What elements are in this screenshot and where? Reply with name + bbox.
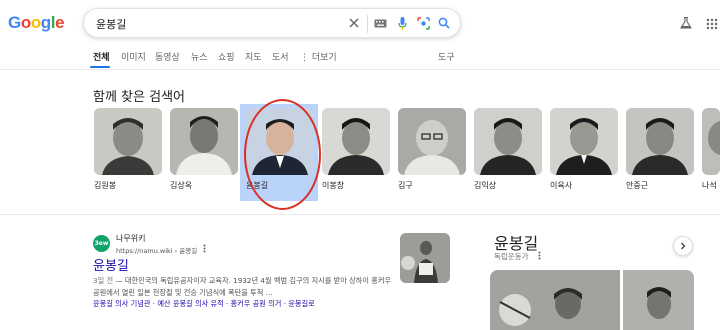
- portrait-photo: [702, 108, 720, 175]
- portrait-photo: [626, 108, 694, 175]
- logo-letter: e: [55, 13, 65, 32]
- related-card-label: 이육사: [550, 181, 573, 190]
- namuwiki-favicon: 3ew: [93, 235, 110, 252]
- portrait-photo: [322, 108, 390, 175]
- search-icon[interactable]: [436, 15, 452, 31]
- lens-icon[interactable]: [415, 15, 431, 31]
- header-divider: [0, 69, 720, 70]
- kp-next-button[interactable]: [673, 236, 693, 256]
- related-card-an-junggeun[interactable]: 안중근: [626, 108, 694, 191]
- related-card-label: 김익상: [474, 181, 497, 190]
- knowledge-panel-subtitle: 독립운동가: [494, 252, 529, 261]
- related-card-label: 김상옥: [170, 181, 193, 190]
- result-thumbnail[interactable]: [400, 233, 450, 283]
- result-snippet: 3일 전 — 대한민국의 독립유공자이자 교육자. 1932년 4월 백범 김구…: [93, 275, 393, 299]
- search-divider: [367, 15, 368, 33]
- logo-letter: g: [40, 13, 51, 32]
- apps-grid-icon[interactable]: [706, 15, 718, 34]
- related-card-label: 김구: [398, 181, 413, 190]
- related-card-yi-yuksa[interactable]: 이육사: [550, 108, 618, 191]
- result-snippet-text: — 대한민국의 독립유공자이자 교육자. 1932년 4월 백범 김구의 지시를…: [93, 276, 392, 297]
- tab-tools[interactable]: 도구: [438, 50, 455, 63]
- portrait-photo: [474, 108, 542, 175]
- kp-more-options-icon[interactable]: [538, 251, 541, 262]
- google-logo[interactable]: Google: [8, 13, 65, 33]
- portrait-photo: [94, 108, 162, 175]
- tab-news[interactable]: 뉴스: [191, 50, 208, 63]
- tab-more[interactable]: ⋮ 더보기: [300, 50, 337, 63]
- keyboard-icon[interactable]: [372, 15, 388, 31]
- tab-shopping[interactable]: 쇼핑: [218, 50, 235, 63]
- related-card-kim-wonbong[interactable]: 김원봉: [94, 108, 162, 191]
- related-card-na-seokju[interactable]: 나석: [702, 108, 720, 191]
- result-date: 3일 전: [93, 276, 114, 285]
- portrait-photo: [550, 108, 618, 175]
- labs-flask-icon[interactable]: [680, 14, 692, 33]
- related-card-kim-gu[interactable]: 김구: [398, 108, 466, 191]
- tab-all[interactable]: 전체: [93, 50, 110, 63]
- result-site-name[interactable]: 나무위키: [116, 233, 145, 244]
- logo-letter: o: [20, 13, 31, 32]
- related-card-label: 나석: [702, 181, 717, 190]
- result-site-url[interactable]: https://namu.wiki › 윤봉길: [116, 244, 206, 255]
- search-box[interactable]: [83, 8, 461, 38]
- tab-images[interactable]: 이미지: [121, 50, 146, 63]
- result-url-text: https://namu.wiki › 윤봉길: [116, 247, 198, 255]
- knowledge-panel-image-2[interactable]: [623, 270, 694, 330]
- portrait-photo: [170, 108, 238, 175]
- related-card-lee-bongchang[interactable]: 이봉창: [322, 108, 390, 191]
- more-options-icon[interactable]: [203, 244, 206, 255]
- portrait-photo: [398, 108, 466, 175]
- clear-icon[interactable]: [346, 15, 362, 31]
- related-card-kim-iksang[interactable]: 김익상: [474, 108, 542, 191]
- related-card-label: 안중근: [626, 181, 649, 190]
- related-card-label: 김원봉: [94, 181, 117, 190]
- active-tab-indicator: [90, 66, 110, 68]
- knowledge-panel-image[interactable]: [490, 270, 620, 330]
- related-card-label: 이봉창: [322, 181, 345, 190]
- result-sublinks[interactable]: 윤봉길 의사 기념관 · 예산 윤봉길 의사 유적 · 홍커우 공원 의거 · …: [93, 299, 315, 309]
- tab-maps[interactable]: 지도: [245, 50, 262, 63]
- annotation-circle: [244, 99, 321, 210]
- result-title-link[interactable]: 윤봉길: [93, 255, 129, 274]
- tab-videos[interactable]: 동영상: [155, 50, 180, 63]
- section-divider: [0, 214, 720, 215]
- tab-books[interactable]: 도서: [272, 50, 289, 63]
- chevron-right-icon: [681, 242, 686, 250]
- related-card-kim-sangok[interactable]: 김상옥: [170, 108, 238, 191]
- logo-letter: o: [30, 13, 41, 32]
- logo-letter: G: [8, 13, 21, 32]
- microphone-icon[interactable]: [394, 15, 410, 31]
- related-searches-title: 함께 찾은 검색어: [93, 90, 185, 105]
- search-input[interactable]: [96, 16, 346, 32]
